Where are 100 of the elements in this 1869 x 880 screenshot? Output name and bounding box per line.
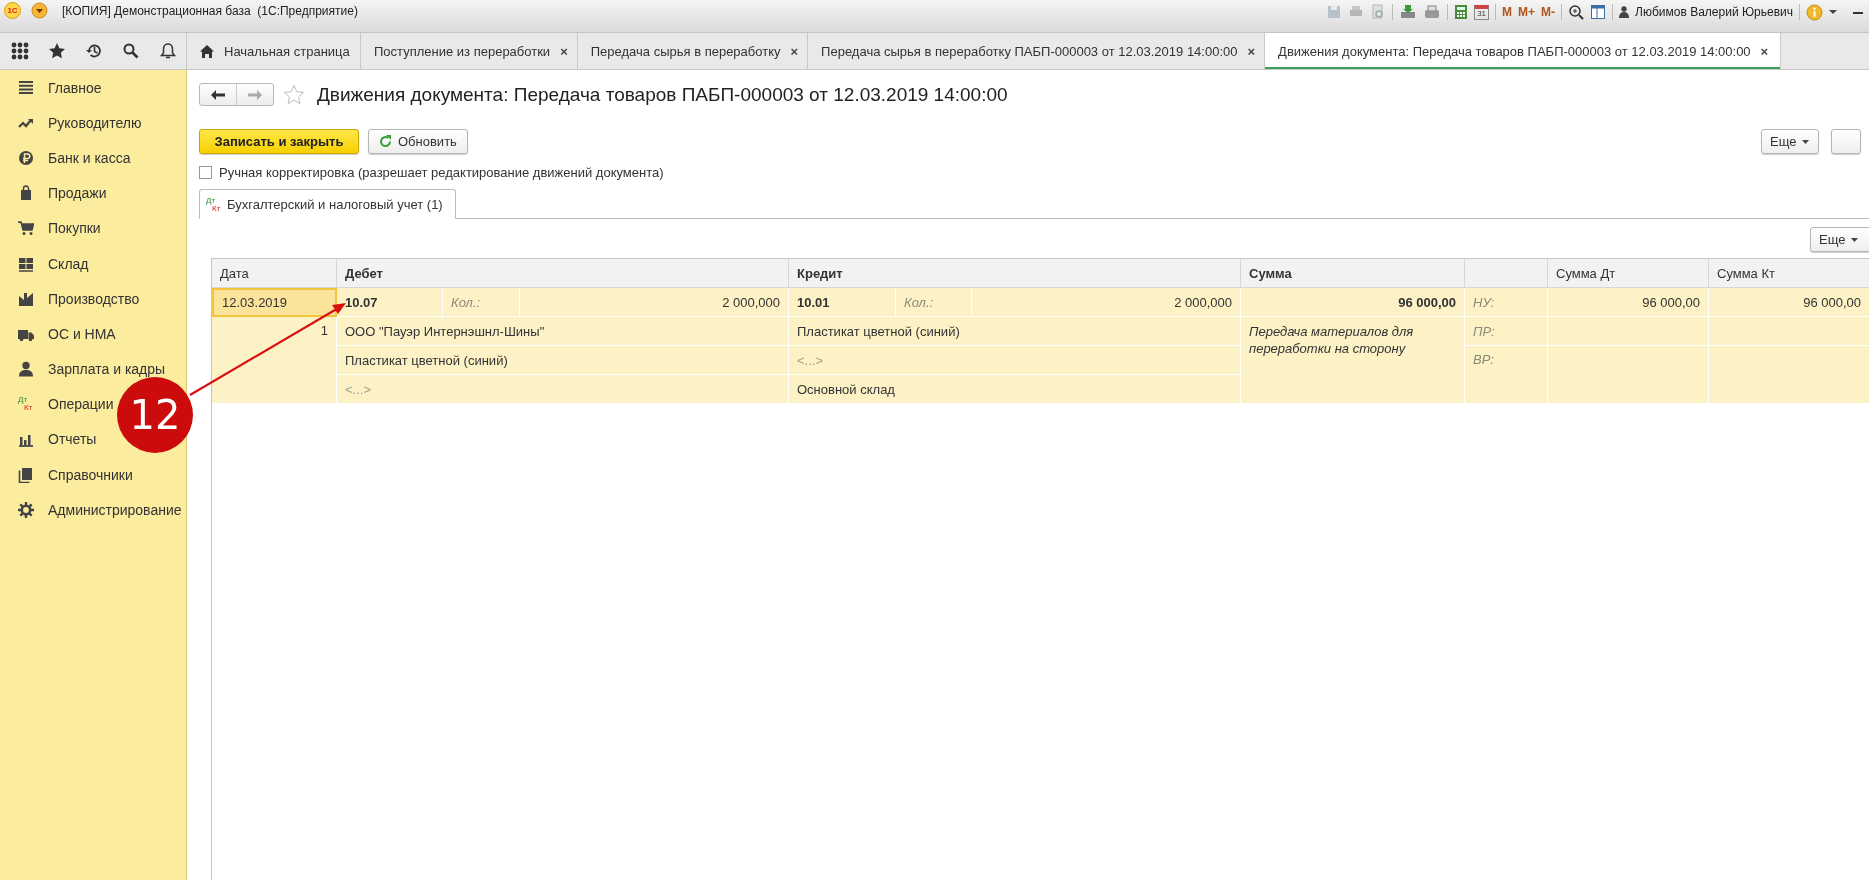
ruble-icon: [18, 149, 34, 166]
table-cell: 96 000,00: [1548, 288, 1709, 317]
more-button[interactable]: Еще: [1761, 129, 1819, 154]
tab[interactable]: Поступление из переработки ×: [361, 33, 578, 69]
sidebar-item[interactable]: Справочники: [48, 466, 133, 483]
entry-icon: Дт Кт: [206, 196, 222, 213]
dropdown-icon[interactable]: [31, 2, 48, 19]
caret-icon: [1851, 237, 1859, 242]
table-cell: 96 000,00: [1241, 288, 1465, 317]
tab[interactable]: Дт Кт Бухгалтерский и налоговый учет (1): [199, 189, 456, 219]
import-icon[interactable]: [1399, 4, 1418, 20]
bell-icon[interactable]: [159, 42, 177, 60]
save-icon: [1326, 4, 1343, 20]
table-cell: Кол.:: [896, 288, 972, 317]
tab[interactable]: Передача сырья в переработку ×: [577, 33, 809, 69]
window-title: [КОПИЯ] Демонстрационная база (1С:Предприятие): [62, 3, 358, 20]
star-icon[interactable]: [48, 42, 66, 60]
table-cell: ВР:: [1465, 346, 1548, 404]
documents-icon: [18, 466, 34, 483]
sidebar-item[interactable]: Администрирование: [48, 501, 182, 518]
sidebar-item[interactable]: Банк и касса: [48, 149, 131, 166]
sidebar-item[interactable]: Главное: [48, 79, 102, 96]
minimize-icon[interactable]: [1853, 9, 1863, 15]
table-cell: 96 000,00: [1709, 288, 1869, 317]
memory-button[interactable]: M: [1502, 5, 1513, 19]
sidebar-item[interactable]: Отчеты: [48, 431, 97, 448]
app-logo: 1С: [4, 2, 21, 19]
table-cell: 10.01: [789, 288, 896, 317]
table-cell: Передача материалов для переработки на сторону: [1241, 317, 1465, 404]
user-name[interactable]: Любимов Валерий Юрьевич: [1635, 5, 1793, 19]
sidebar-item[interactable]: Продажи: [48, 185, 107, 202]
column-header: Сумма Кт: [1709, 259, 1869, 288]
table-cell: Основной склад: [789, 375, 1241, 404]
close-icon[interactable]: ×: [560, 43, 568, 59]
column-header: Дебет: [337, 259, 789, 288]
panels-icon[interactable]: [1590, 4, 1607, 20]
table-cell: 12.03.2019: [212, 288, 337, 317]
home-icon: [200, 44, 214, 58]
column-header: Кредит: [789, 259, 1241, 288]
scanner-icon[interactable]: [1423, 4, 1442, 20]
tab[interactable]: Начальная страница: [187, 33, 361, 69]
tab-label: Передача сырья в переработку ПАБП-000003 от 12.03.2019 14:00:00: [821, 43, 1238, 59]
caret-icon: [1802, 139, 1810, 144]
table-cell: Кол.:: [443, 288, 520, 317]
sidebar-item[interactable]: Операции: [48, 396, 114, 413]
close-icon[interactable]: ×: [790, 43, 799, 59]
grid-icon: [18, 255, 34, 272]
settings-icon: [18, 501, 34, 518]
calendar-icon[interactable]: 31: [1474, 4, 1490, 20]
save-close-button[interactable]: Записать и закрыть: [199, 129, 359, 154]
search-icon[interactable]: [122, 42, 140, 60]
tab-label: Поступление из переработки: [374, 43, 551, 59]
apps-icon[interactable]: [11, 42, 29, 60]
cart-icon: [18, 220, 34, 237]
memory-button[interactable]: M+: [1518, 5, 1536, 19]
sidebar-item[interactable]: Руководителю: [48, 114, 142, 131]
column-header: Сумма: [1241, 259, 1465, 288]
sidebar-item[interactable]: Производство: [48, 290, 140, 307]
table-cell: ПР:: [1465, 317, 1548, 346]
sidebar-item[interactable]: ОС и НМА: [48, 325, 116, 342]
table-cell: <...>: [789, 346, 1241, 375]
menu-icon: [18, 79, 34, 96]
zoom-icon[interactable]: [1568, 4, 1585, 20]
table-cell: <...>: [337, 375, 789, 404]
bag-icon: [18, 185, 34, 202]
column-header: Сумма Дт: [1548, 259, 1709, 288]
tab-label: Движения документа: Передача товаров ПАБП-000003 от 12.03.2019 14:00:00: [1278, 43, 1751, 59]
refresh-button[interactable]: Обновить: [368, 129, 468, 154]
more-button[interactable]: Еще: [1810, 227, 1869, 252]
info-icon[interactable]: [1806, 3, 1823, 21]
caret-icon[interactable]: [1829, 9, 1837, 15]
table-cell: НУ:: [1465, 288, 1548, 317]
column-header: Дата: [212, 259, 337, 288]
tab-label: Передача сырья в переработку: [590, 43, 781, 59]
user-icon: [1619, 6, 1630, 18]
table-cell: Пластикат цветной (синий): [789, 317, 1241, 346]
calculator-icon[interactable]: [1454, 4, 1469, 20]
tab[interactable]: Движения документа: Передача товаров ПАБП-000003 от 12.03.2019 14:00:00 ×: [1265, 33, 1782, 69]
person-icon: [18, 361, 34, 378]
sidebar-item[interactable]: Склад: [48, 255, 89, 272]
table-cell: 10.07: [337, 288, 443, 317]
close-icon[interactable]: ×: [1247, 43, 1256, 59]
back-arrow-icon[interactable]: [211, 89, 225, 100]
factory-icon: [18, 290, 34, 307]
star-icon[interactable]: [283, 83, 305, 106]
table-cell: 2 000,000: [520, 288, 789, 317]
memory-button[interactable]: M-: [1541, 5, 1556, 19]
table-cell: ООО "Пауэр Интернэшнл-Шины": [337, 317, 789, 346]
tab-label: Начальная страница: [224, 43, 350, 59]
page-title: Движения документа: Передача товаров ПАБП-000003 от 12.03.2019 14:00:00: [317, 83, 1008, 106]
entry-icon: Дт Кт: [18, 396, 34, 413]
sidebar-item[interactable]: Зарплата и кадры: [48, 361, 166, 378]
close-icon[interactable]: ×: [1760, 43, 1769, 59]
refresh-icon: [379, 135, 392, 148]
table-cell: Пластикат цветной (синий): [337, 346, 789, 375]
history-icon[interactable]: [85, 42, 103, 60]
manual-correction-checkbox[interactable]: Ручная корректировка (разрешает редактирование движений документа): [199, 165, 664, 180]
table-cell: 1: [212, 317, 337, 404]
table-cell: 2 000,000: [972, 288, 1241, 317]
sidebar-item[interactable]: Покупки: [48, 220, 101, 237]
